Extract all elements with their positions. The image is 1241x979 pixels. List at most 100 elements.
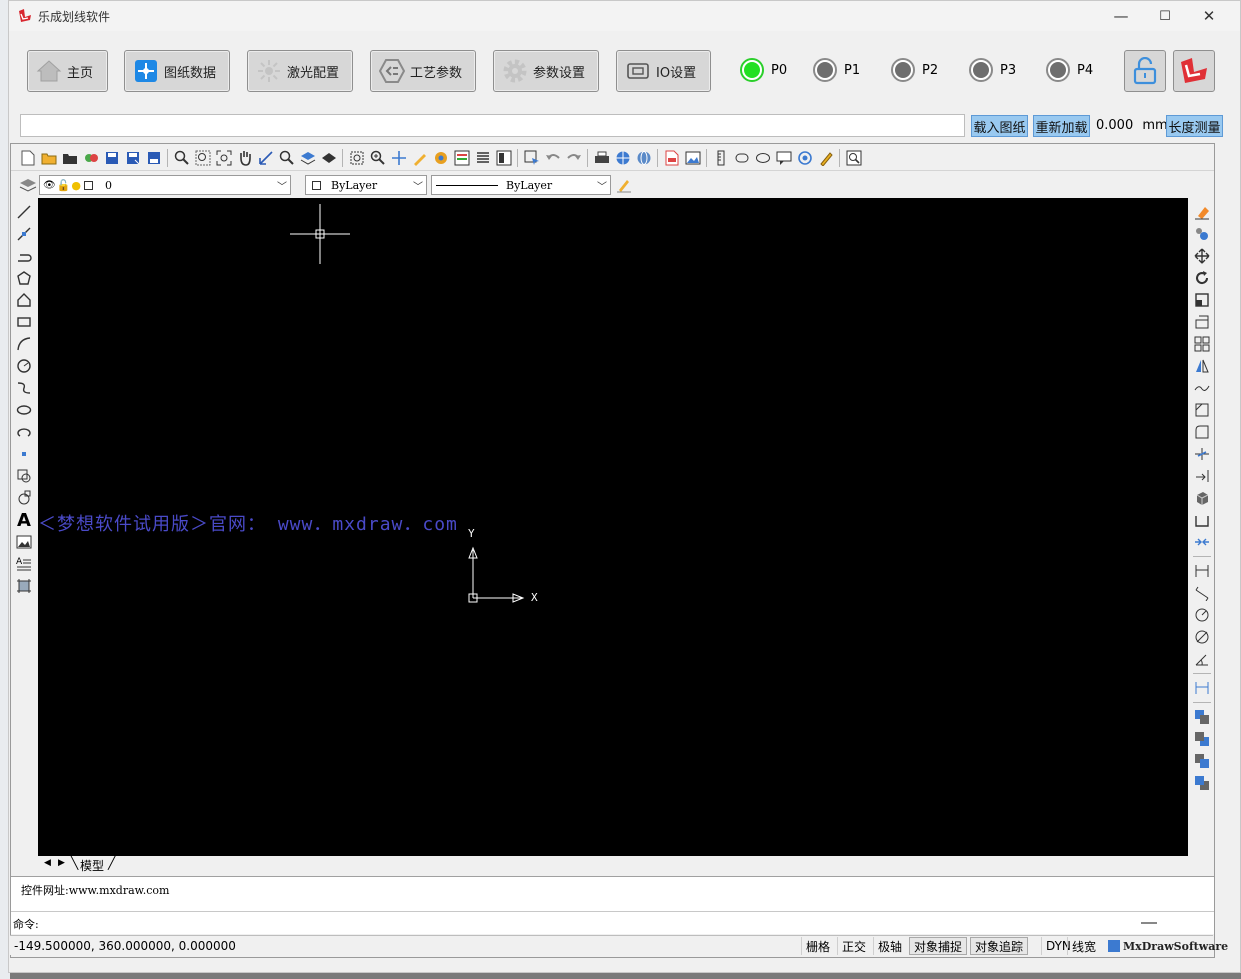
match-properties-icon[interactable] xyxy=(613,175,634,195)
brand-logo-button[interactable] xyxy=(1173,50,1215,92)
save-as-icon[interactable] xyxy=(122,148,143,168)
close-button[interactable]: ✕ xyxy=(1187,1,1231,31)
pentagon-icon[interactable] xyxy=(13,289,35,311)
scale-icon[interactable] xyxy=(1191,289,1213,311)
tab-prev-icon[interactable]: ◀ xyxy=(44,858,51,868)
spline-icon[interactable] xyxy=(13,377,35,399)
pdf-icon[interactable] xyxy=(661,148,682,168)
cloud-ellipse-icon[interactable] xyxy=(752,148,773,168)
trim-icon[interactable] xyxy=(1191,443,1213,465)
zoom-window-icon[interactable] xyxy=(192,148,213,168)
preview-icon[interactable] xyxy=(843,148,864,168)
move-icon[interactable] xyxy=(1191,245,1213,267)
image-icon[interactable] xyxy=(13,531,35,553)
measure-length-button[interactable]: 长度测量 xyxy=(1166,115,1223,137)
open-folder-icon[interactable] xyxy=(59,148,80,168)
minimize-button[interactable]: — xyxy=(1099,1,1143,31)
layers-icon[interactable] xyxy=(297,148,318,168)
reload-button[interactable]: 重新加载 xyxy=(1033,115,1090,137)
make-block-icon[interactable] xyxy=(13,487,35,509)
point-icon[interactable] xyxy=(13,443,35,465)
draw-order-back-icon[interactable] xyxy=(1191,728,1213,750)
stretch-icon[interactable] xyxy=(1191,311,1213,333)
toggle-ortho[interactable]: 正交 xyxy=(837,937,870,955)
design-center-icon[interactable] xyxy=(493,148,514,168)
ellipse-arc-icon[interactable] xyxy=(13,421,35,443)
nav-io-settings-button[interactable]: IO设置 xyxy=(616,50,711,92)
chamfer-icon[interactable] xyxy=(1191,399,1213,421)
nav-process-params-button[interactable]: 工艺参数 xyxy=(370,50,476,92)
pencil-draw-icon[interactable] xyxy=(409,148,430,168)
redo-icon[interactable] xyxy=(563,148,584,168)
rotate-icon[interactable] xyxy=(1191,267,1213,289)
3d-box-icon[interactable] xyxy=(1191,487,1213,509)
zoom-in-icon[interactable] xyxy=(276,148,297,168)
color-wheel-icon[interactable] xyxy=(430,148,451,168)
zoom-realtime-icon[interactable] xyxy=(255,148,276,168)
toggle-osnap[interactable]: 对象捕捉 xyxy=(909,937,968,955)
polyline-icon[interactable] xyxy=(13,245,35,267)
cloud-rect-icon[interactable] xyxy=(731,148,752,168)
save-all-icon[interactable] xyxy=(143,148,164,168)
new-file-icon[interactable] xyxy=(17,148,38,168)
erase-icon[interactable] xyxy=(1191,201,1213,223)
unlock-button[interactable] xyxy=(1124,50,1166,92)
stamp-icon[interactable] xyxy=(794,148,815,168)
layer-manager-icon[interactable] xyxy=(17,175,38,195)
nav-settings-button[interactable]: 参数设置 xyxy=(493,50,599,92)
polygon-icon[interactable] xyxy=(13,267,35,289)
image-export-icon[interactable] xyxy=(682,148,703,168)
globe-icon[interactable] xyxy=(633,148,654,168)
web-icon[interactable] xyxy=(612,148,633,168)
nav-home-button[interactable]: 主页 xyxy=(27,50,108,92)
tab-model[interactable]: 模型 xyxy=(80,857,104,874)
save-icon[interactable] xyxy=(101,148,122,168)
rectangle-icon[interactable] xyxy=(13,311,35,333)
layer-select[interactable]: 👁 🔓 ● 0 ﹀ xyxy=(39,175,291,195)
zoom-icon[interactable] xyxy=(171,148,192,168)
dim-linear-icon[interactable] xyxy=(1191,560,1213,582)
extend-icon[interactable] xyxy=(1191,465,1213,487)
dim-diameter-icon[interactable] xyxy=(1191,626,1213,648)
zoom-extents-icon[interactable] xyxy=(213,148,234,168)
load-drawing-button[interactable]: 载入图纸 xyxy=(971,115,1028,137)
zoom-scale-icon[interactable] xyxy=(367,148,388,168)
list-icon[interactable] xyxy=(472,148,493,168)
draw-order-front-icon[interactable] xyxy=(1191,706,1213,728)
orbit-icon[interactable] xyxy=(388,148,409,168)
ellipse-icon[interactable] xyxy=(13,399,35,421)
dim-radius-icon[interactable] xyxy=(1191,604,1213,626)
select-icon[interactable] xyxy=(521,148,542,168)
linetype-select[interactable]: ByLayer ﹀ xyxy=(431,175,611,195)
draw-order-below-icon[interactable] xyxy=(1191,772,1213,794)
mirror-icon[interactable] xyxy=(1191,355,1213,377)
draw-order-above-icon[interactable] xyxy=(1191,750,1213,772)
open-file-icon[interactable] xyxy=(38,148,59,168)
print-icon[interactable] xyxy=(591,148,612,168)
tab-next-icon[interactable]: ▶ xyxy=(58,858,65,868)
multiline-text-icon[interactable]: A xyxy=(13,553,35,575)
pan-hand-icon[interactable] xyxy=(234,148,255,168)
toggle-grid[interactable]: 栅格 xyxy=(801,937,834,955)
file-path-input[interactable] xyxy=(20,114,965,137)
dim-angular-icon[interactable] xyxy=(1191,648,1213,670)
text-icon[interactable]: A xyxy=(13,509,35,531)
comment-icon[interactable] xyxy=(773,148,794,168)
fillet-icon[interactable] xyxy=(1191,421,1213,443)
region-icon[interactable] xyxy=(13,575,35,597)
dim-continue-icon[interactable] xyxy=(1191,677,1213,699)
join-icon[interactable] xyxy=(1191,531,1213,553)
array-icon[interactable] xyxy=(1191,333,1213,355)
insert-block-icon[interactable] xyxy=(80,148,101,168)
dim-aligned-icon[interactable] xyxy=(1191,582,1213,604)
color-select[interactable]: ByLayer ﹀ xyxy=(305,175,427,195)
break-icon[interactable] xyxy=(1191,509,1213,531)
undo-icon[interactable] xyxy=(542,148,563,168)
layer-state-icon[interactable] xyxy=(318,148,339,168)
command-input[interactable]: 命令: xyxy=(11,911,1214,933)
line-icon[interactable] xyxy=(13,201,35,223)
toggle-lineweight[interactable]: 线宽 xyxy=(1067,937,1100,955)
drawing-canvas[interactable]: ＜梦想软件试用版＞官网： www．mxdraw．com Y X xyxy=(38,198,1188,856)
arc-icon[interactable] xyxy=(13,333,35,355)
offset-icon[interactable] xyxy=(1191,377,1213,399)
